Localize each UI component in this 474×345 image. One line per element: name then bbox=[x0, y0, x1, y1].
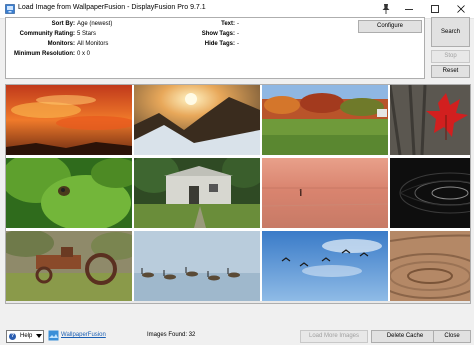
chevron-down-icon[interactable] bbox=[36, 334, 42, 338]
reset-button[interactable]: Reset bbox=[431, 65, 470, 78]
close-window-button[interactable] bbox=[448, 0, 474, 18]
wallpaperfusion-logo-icon bbox=[48, 330, 59, 341]
hide-tags-value: - bbox=[237, 41, 239, 47]
min-resolution-label: Minimum Resolution: bbox=[14, 51, 75, 57]
show-tags-label: Show Tags: bbox=[201, 31, 235, 37]
community-rating-label: Community Rating: bbox=[19, 31, 75, 37]
community-rating-value: 5 Stars bbox=[77, 31, 97, 37]
help-icon: ? bbox=[9, 333, 16, 340]
load-more-images-button[interactable]: Load More Images bbox=[300, 330, 368, 343]
wallpaperfusion-link[interactable]: WallpaperFusion bbox=[61, 332, 106, 338]
thumbnail-red-maple-leaf[interactable] bbox=[390, 85, 470, 155]
thumbnail-green-leaf-insect[interactable] bbox=[6, 158, 132, 228]
images-found-count: Images Found: 32 bbox=[147, 332, 196, 338]
delete-cache-button[interactable]: Delete Cache bbox=[371, 330, 439, 343]
thumbnail-stone-ruins[interactable] bbox=[134, 158, 260, 228]
wallpaper-gallery bbox=[5, 84, 471, 304]
monitors-value: All Monitors bbox=[77, 41, 109, 47]
help-button[interactable]: ? Help bbox=[6, 330, 44, 343]
text-value: - bbox=[237, 21, 239, 27]
thumbnail-flying-birds[interactable] bbox=[262, 231, 388, 301]
close-icon bbox=[457, 5, 465, 13]
status-bar: ? Help WallpaperFusion Images Found: 32 … bbox=[0, 326, 474, 345]
pin-icon[interactable] bbox=[380, 3, 392, 15]
stop-button[interactable]: Stop bbox=[431, 50, 470, 63]
thumbnail-rusty-tractor[interactable] bbox=[6, 231, 132, 301]
window-title: Load Image from WallpaperFusion - Displa… bbox=[18, 4, 206, 11]
help-label: Help bbox=[20, 333, 33, 339]
app-icon bbox=[5, 4, 15, 14]
thumbnail-dark-fractal[interactable] bbox=[390, 158, 470, 228]
close-button[interactable]: Close bbox=[433, 330, 471, 343]
hide-tags-label: Hide Tags: bbox=[204, 41, 235, 47]
text-label: Text: bbox=[221, 21, 235, 27]
configure-button[interactable]: Configure bbox=[358, 20, 422, 33]
search-button[interactable]: Search bbox=[431, 17, 470, 47]
thumbnail-autumn-field[interactable] bbox=[262, 85, 388, 155]
thumbnail-lake-sunset[interactable] bbox=[262, 158, 388, 228]
thumbnail-wood-texture[interactable] bbox=[390, 231, 470, 301]
min-resolution-value: 0 x 0 bbox=[77, 51, 91, 57]
maximize-button[interactable] bbox=[422, 0, 448, 18]
maximize-icon bbox=[431, 5, 439, 13]
gallery-scrollbar[interactable] bbox=[6, 301, 470, 303]
filter-summary-panel: Sort By: Age (newest) Community Rating: … bbox=[5, 17, 425, 79]
thumbnail-sunset-clouds[interactable] bbox=[6, 85, 132, 155]
thumbnail-sunset-mountain[interactable] bbox=[134, 85, 260, 155]
show-tags-value: - bbox=[237, 31, 239, 37]
minimize-button[interactable] bbox=[396, 0, 422, 18]
monitors-label: Monitors: bbox=[47, 41, 75, 47]
sort-by-label: Sort By: bbox=[51, 21, 75, 27]
minimize-icon bbox=[405, 9, 413, 10]
sort-by-value: Age (newest) bbox=[77, 21, 113, 27]
thumbnail-geese-on-lake[interactable] bbox=[134, 231, 260, 301]
